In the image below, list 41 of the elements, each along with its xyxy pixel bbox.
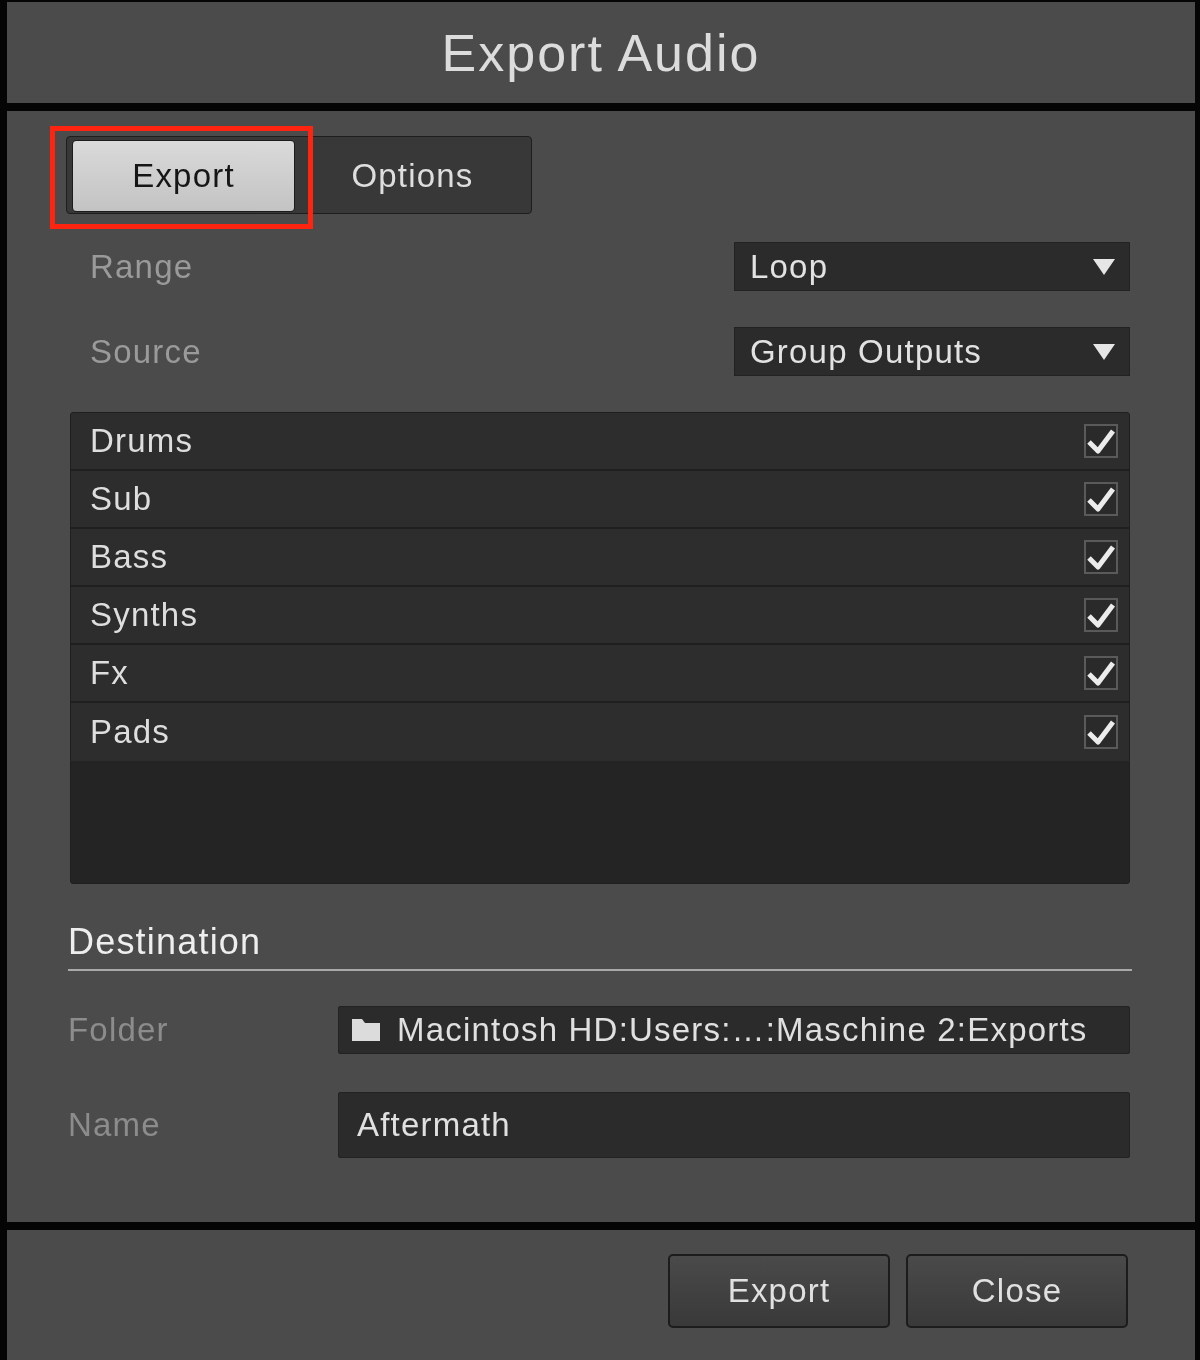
source-name: Synths [90, 596, 199, 634]
list-row[interactable]: Pads [71, 703, 1129, 761]
checkbox[interactable] [1084, 424, 1118, 458]
field-label: Name [68, 1106, 161, 1144]
checkbox[interactable] [1084, 715, 1118, 749]
source-name: Pads [90, 713, 171, 751]
checkbox[interactable] [1084, 598, 1118, 632]
checkmark-icon [1087, 486, 1115, 512]
folder-icon [352, 1019, 380, 1041]
field-label: Source [90, 332, 202, 371]
dialog-button[interactable]: Close [906, 1254, 1128, 1328]
caret-icon [1093, 343, 1115, 360]
list-row[interactable]: Synths [71, 587, 1129, 645]
window-title: Export Audio [441, 22, 761, 83]
folder-path-field[interactable]: Macintosh HD:Users:…:Maschine 2:Exports [338, 1006, 1130, 1054]
dialog-button[interactable]: Export [668, 1254, 890, 1328]
list-row[interactable]: Bass [71, 529, 1129, 587]
dropdown[interactable]: Group Outputs [734, 327, 1130, 376]
section-heading: Destination [68, 922, 262, 962]
tab[interactable]: Export [72, 140, 295, 212]
checkmark-icon [1087, 719, 1115, 745]
list-row[interactable]: Fx [71, 645, 1129, 703]
tab[interactable]: Options [295, 140, 530, 212]
checkmark-icon [1087, 428, 1115, 454]
checkbox[interactable] [1084, 540, 1118, 574]
checkbox[interactable] [1084, 656, 1118, 690]
checkmark-icon [1087, 544, 1115, 570]
source-name: Fx [90, 654, 130, 692]
checkbox[interactable] [1084, 482, 1118, 516]
caret-icon [1093, 258, 1115, 275]
source-name: Sub [90, 480, 153, 518]
source-name: Drums [90, 422, 194, 460]
dropdown[interactable]: Loop [734, 242, 1130, 291]
source-name: Bass [90, 538, 169, 576]
field-label: Folder [68, 1011, 169, 1049]
list-row[interactable]: Sub [71, 471, 1129, 529]
text-field[interactable]: Aftermath [338, 1092, 1130, 1158]
checkmark-icon [1087, 602, 1115, 628]
list-row[interactable]: Drums [71, 413, 1129, 471]
field-label: Range [90, 247, 194, 286]
checkmark-icon [1087, 660, 1115, 686]
